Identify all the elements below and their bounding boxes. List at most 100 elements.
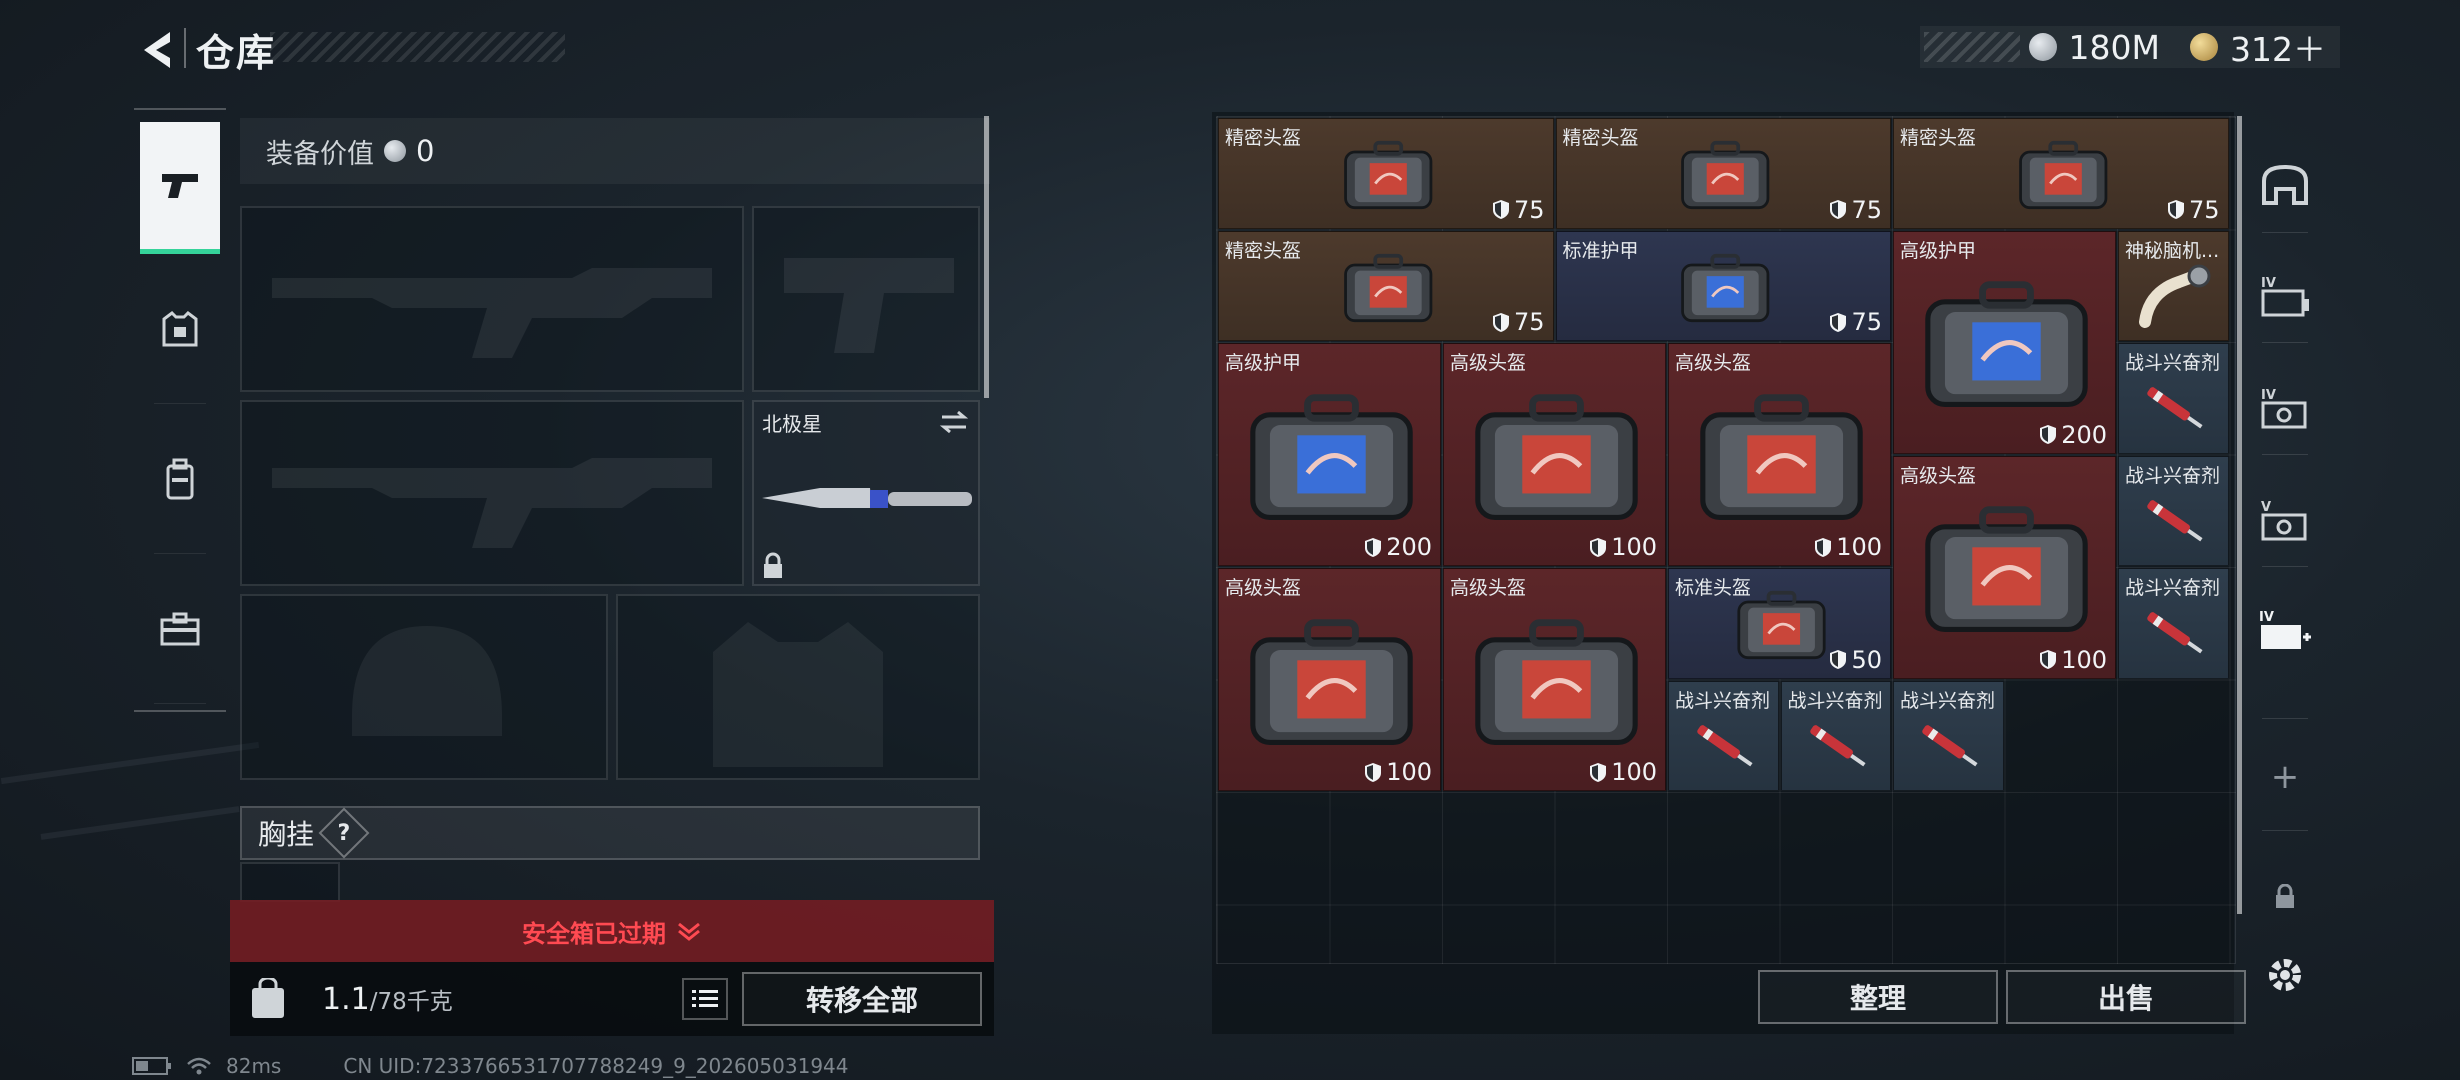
sort-button[interactable]: 整理: [1758, 970, 1998, 1024]
title-wrap: 仓库: [196, 24, 276, 75]
body-armor-slot[interactable]: [616, 594, 980, 780]
item-name: 战斗兴奋剂: [1675, 689, 1771, 712]
inventory-item[interactable]: 战斗兴奋剂: [1668, 680, 1779, 791]
weight-readout: 1.1/78千克: [322, 982, 453, 1017]
item-name: 高级头盔: [1675, 352, 1752, 374]
item-name: 战斗兴奋剂: [1787, 689, 1883, 712]
vault-icon: [2262, 164, 2308, 205]
help-icon[interactable]: ?: [318, 807, 370, 859]
tab-vault[interactable]: [2254, 154, 2316, 216]
item-durability-value: 100: [1611, 758, 1657, 786]
currency-bar: 180M 312＋: [1920, 26, 2340, 69]
svg-text:IV: IV: [2261, 388, 2276, 403]
inventory-item[interactable]: 神秘脑机...: [2118, 230, 2229, 341]
tab-toolbox[interactable]: [134, 554, 226, 704]
item-durability-value: 50: [1851, 645, 1882, 674]
item-durability-value: 75: [1851, 195, 1882, 224]
tab-gear-case-v[interactable]: V: [2254, 488, 2316, 550]
chevron-down-icon: [678, 922, 700, 941]
helmet-silhouette-icon: [352, 626, 502, 736]
helmet-slot[interactable]: [240, 594, 608, 780]
inventory-item[interactable]: 标准头盔 50: [1668, 568, 1891, 679]
inventory-item[interactable]: 高级护甲 200: [1218, 343, 1441, 566]
shield-icon: [1590, 762, 1607, 782]
add-tab-button[interactable]: +: [2254, 746, 2316, 808]
inventory-item[interactable]: 战斗兴奋剂: [2118, 568, 2229, 679]
inventory-item[interactable]: 精密头盔 75: [1218, 230, 1554, 341]
syringe-icon: [1697, 724, 1753, 766]
tab-armor[interactable]: [134, 254, 226, 404]
locked-tab[interactable]: [2254, 866, 2316, 928]
inventory-grid: 精密头盔 75 精密头盔 75 精密头盔 75 精密头盔 75 标准护甲 75 …: [1216, 116, 2236, 964]
transfer-all-button[interactable]: 转移全部: [742, 972, 982, 1026]
inventory-item[interactable]: 高级头盔 100: [1443, 343, 1666, 566]
item-name: 精密头盔: [1225, 239, 1302, 262]
item-name: 高级护甲: [1900, 239, 1977, 262]
tab-backpack[interactable]: [134, 404, 226, 554]
inventory-item[interactable]: 战斗兴奋剂: [2118, 343, 2229, 454]
tab-separator: [2262, 718, 2308, 719]
uid: CN UID:7233766531707788249_9_20260503194…: [343, 1054, 849, 1078]
safebox-status: 安全箱已过期: [522, 919, 666, 948]
inventory-item[interactable]: 战斗兴奋剂: [1780, 680, 1891, 791]
title-divider: [184, 28, 186, 68]
sell-button[interactable]: 出售: [2006, 970, 2246, 1024]
gear-bag-icon: [1475, 618, 1638, 745]
add-icon: +: [2270, 757, 2300, 797]
item-durability-value: 100: [1611, 533, 1657, 561]
status-line: 82ms CN UID:7233766531707788249_9_202605…: [132, 1054, 849, 1078]
battery-icon: [132, 1057, 171, 1075]
item-name: 神秘脑机...: [2125, 239, 2220, 262]
item-durability-value: 75: [1851, 308, 1882, 336]
item-durability: 100: [1589, 533, 1657, 561]
gear-bag-icon: [1681, 253, 1770, 322]
back-arrow-icon: [144, 32, 170, 68]
tab-separator: [2262, 342, 2308, 343]
shield-icon: [2040, 425, 2057, 444]
chest-rig-bar[interactable]: 胸挂 ?: [240, 806, 980, 860]
swap-icon[interactable]: [938, 408, 970, 436]
syringe-icon: [1922, 724, 1978, 766]
shield-icon: [1815, 537, 1832, 557]
melee-name: 北极星: [762, 412, 822, 436]
inventory-item[interactable]: 精密头盔 75: [1218, 118, 1554, 229]
equipment-value-bar: 装备价值 0: [240, 118, 990, 184]
melee-slot[interactable]: 北极星: [752, 400, 980, 586]
inventory-item[interactable]: 高级头盔 100: [1893, 455, 2116, 679]
gear-bag-icon: [1475, 393, 1638, 520]
shield-icon: [1830, 200, 1847, 219]
gear-bag-icon: [1700, 393, 1863, 520]
inventory-item[interactable]: 战斗兴奋剂: [2118, 455, 2229, 566]
tab-gear-case-iv[interactable]: IV: [2254, 376, 2316, 438]
gear-bag-icon: [1925, 281, 2088, 407]
inventory-item[interactable]: 精密头盔 75: [1555, 118, 1891, 229]
safebox-expired-banner[interactable]: 安全箱已过期: [230, 900, 994, 962]
inventory-scrollbar[interactable]: [2237, 116, 2242, 914]
syringe-icon: [1809, 724, 1866, 766]
syringe-icon: [2147, 387, 2203, 429]
inventory-item[interactable]: 高级头盔 100: [1668, 343, 1891, 566]
shield-icon: [1492, 200, 1509, 219]
item-durability-value: 75: [1513, 308, 1545, 336]
tab-weapons[interactable]: [140, 122, 220, 254]
inventory-item[interactable]: 标准护甲 75: [1555, 230, 1891, 341]
secondary-weapon-slot[interactable]: [240, 400, 744, 586]
sidearm-slot[interactable]: [752, 206, 980, 392]
list-view-button[interactable]: [682, 978, 728, 1020]
tab-ammo-crate[interactable]: IV: [2254, 264, 2316, 326]
wifi-icon: [187, 1057, 211, 1075]
settings-icon[interactable]: [2262, 952, 2308, 998]
inventory-item[interactable]: 高级头盔 100: [1443, 568, 1666, 791]
chest-rig-slot[interactable]: [240, 862, 340, 902]
inventory-item[interactable]: 精密头盔 75: [1893, 118, 2229, 229]
svg-text:IV: IV: [2259, 610, 2274, 625]
inventory-item[interactable]: 高级护甲 200: [1893, 230, 2116, 454]
tab-medkit[interactable]: IV: [2254, 600, 2316, 662]
help-mark: ?: [337, 820, 351, 846]
gear-bag-icon: [1925, 506, 2088, 632]
equipment-scrollbar[interactable]: [984, 116, 989, 398]
inventory-item[interactable]: 战斗兴奋剂: [1893, 680, 2004, 791]
primary-weapon-slot[interactable]: [240, 206, 744, 392]
back-button[interactable]: [130, 22, 186, 78]
inventory-item[interactable]: 高级头盔 100: [1218, 568, 1441, 791]
